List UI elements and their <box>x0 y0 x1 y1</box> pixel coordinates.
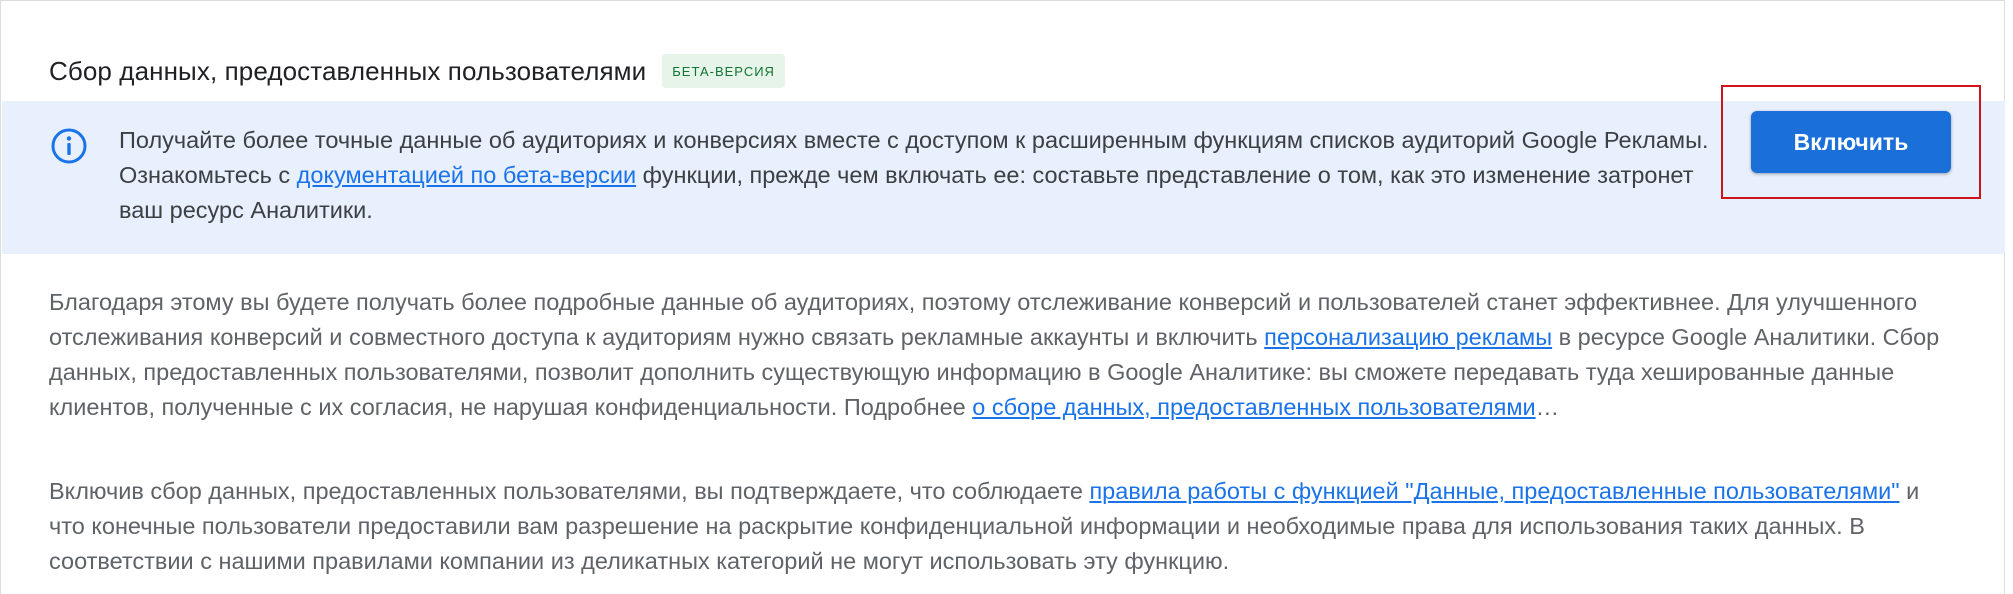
section-header: Сбор данных, предоставленных пользовател… <box>49 51 785 91</box>
enable-button[interactable]: Включить <box>1751 111 1951 173</box>
paragraph-text: Включив сбор данных, предоставленных пол… <box>49 478 1090 504</box>
section-title: Сбор данных, предоставленных пользовател… <box>49 55 647 86</box>
description-paragraph-2: Включив сбор данных, предоставленных пол… <box>49 474 1949 579</box>
description-paragraph-1: Благодаря этому вы будете получать более… <box>49 285 1949 425</box>
user-provided-data-card: Сбор данных, предоставленных пользовател… <box>0 0 2005 594</box>
beta-docs-link[interactable]: документацией по бета-версии <box>297 162 636 188</box>
beta-badge: БЕТА-ВЕРСИЯ <box>662 54 785 88</box>
banner-message: Получайте более точные данные об аудитор… <box>119 123 1709 228</box>
ellipsis: … <box>1535 394 1560 420</box>
ad-personalization-link[interactable]: персонализацию рекламы <box>1264 324 1552 350</box>
info-icon <box>51 128 87 164</box>
learn-more-link[interactable]: о сборе данных, предоставленных пользова… <box>972 394 1535 420</box>
policy-link[interactable]: правила работы с функцией "Данные, предо… <box>1089 478 1899 504</box>
